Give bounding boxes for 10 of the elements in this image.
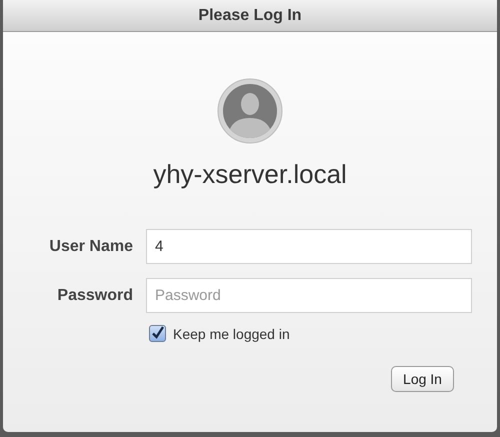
server-name: yhy-xserver.local: [153, 159, 347, 190]
field-label: User Name: [48, 238, 133, 256]
user-avatar-icon: [217, 78, 283, 144]
field-label: Password: [56, 286, 133, 304]
window-title: Please Log In: [198, 6, 302, 24]
login-button[interactable]: Log In: [391, 366, 454, 392]
checkbox[interactable]: [149, 325, 166, 342]
input-field[interactable]: Password: [146, 278, 472, 313]
checkbox-label: Keep me logged in: [173, 326, 290, 342]
input-field[interactable]: 4: [146, 229, 472, 264]
